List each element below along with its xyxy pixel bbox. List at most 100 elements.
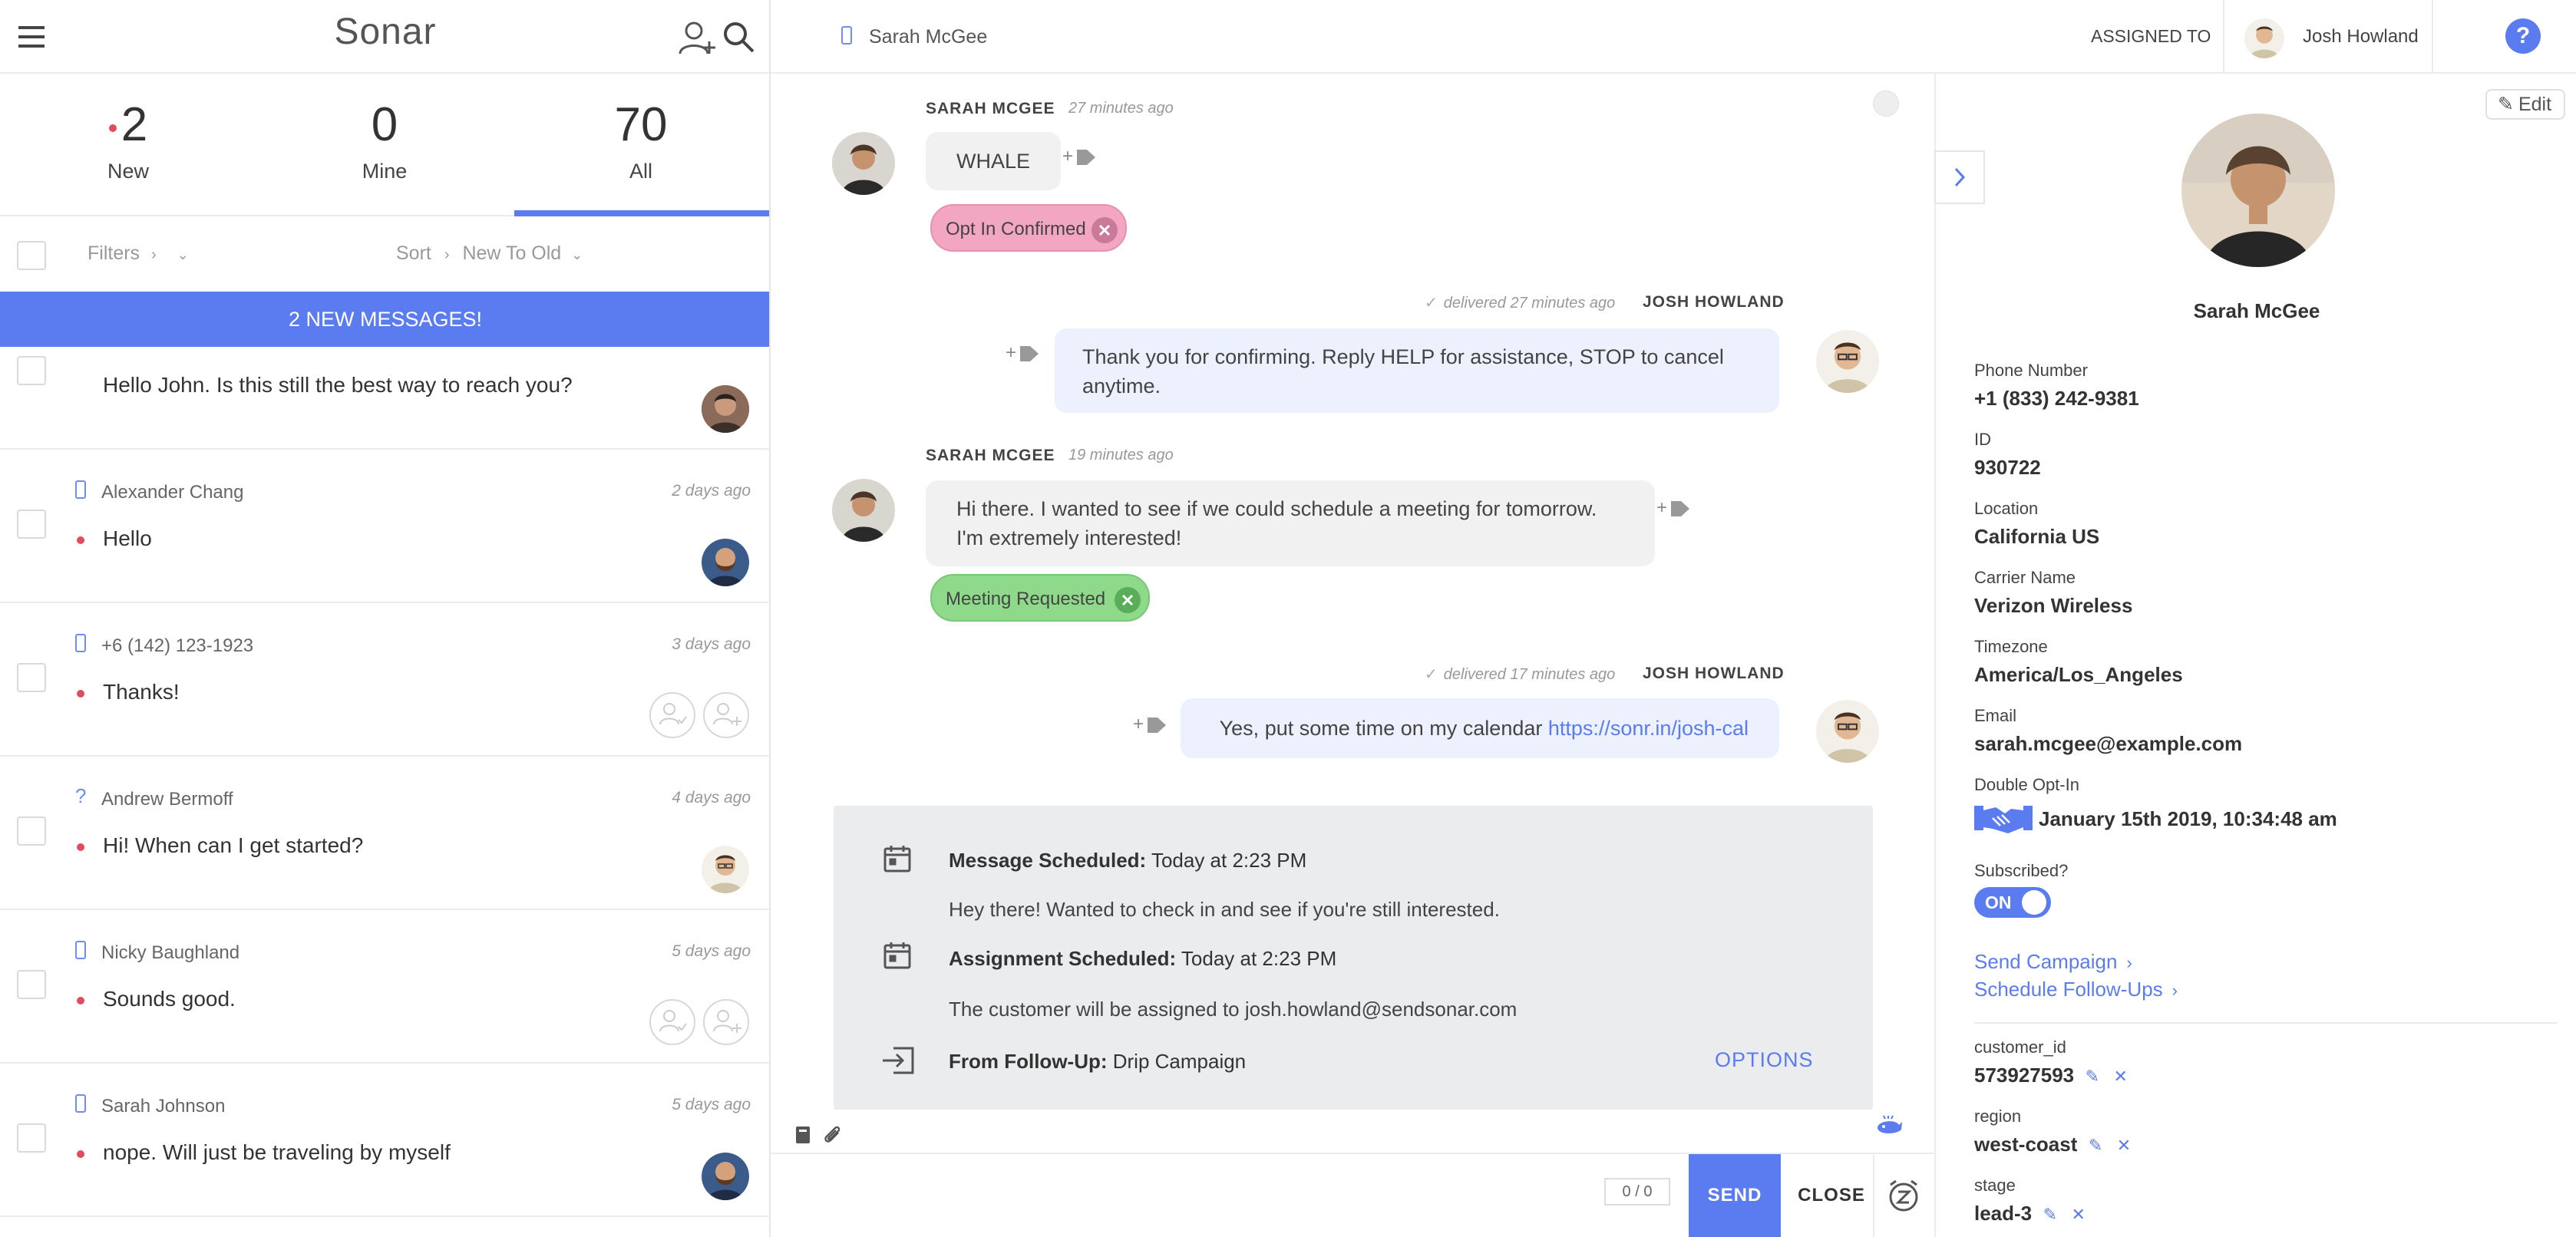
attachment-icon[interactable] xyxy=(823,1123,843,1145)
subscribed-toggle[interactable]: ON xyxy=(1974,887,2051,918)
conversation-item[interactable]: Nicky Baughland 5 days ago Sounds good. xyxy=(0,910,769,1064)
remove-tag-icon[interactable] xyxy=(1091,217,1118,243)
delete-icon[interactable]: ✕ xyxy=(2117,1136,2131,1155)
message-sender: JOSH HOWLAND xyxy=(1643,293,1785,311)
calendar-icon xyxy=(883,941,912,970)
delete-icon[interactable]: ✕ xyxy=(2113,1067,2127,1086)
chevron-down-icon: ⌄ xyxy=(177,247,189,262)
conversation-checkbox[interactable] xyxy=(17,510,46,539)
conversation-preview: Thanks! xyxy=(103,680,180,704)
tag-chip: Meeting Requested xyxy=(930,574,1150,622)
add-tag-icon[interactable]: + xyxy=(1006,342,1039,364)
assignee-dropdown[interactable]: Josh Howland xyxy=(2303,26,2419,48)
whale-icon[interactable] xyxy=(1876,1114,1904,1137)
custom-field-key: region xyxy=(1974,1107,2022,1126)
follow-up-icon xyxy=(881,1047,915,1074)
unread-dot xyxy=(77,536,84,544)
pencil-icon[interactable]: ✎ xyxy=(2043,1205,2057,1224)
phone-icon xyxy=(75,634,86,652)
contact-avatar xyxy=(832,479,895,542)
remove-tag-icon[interactable] xyxy=(1115,587,1141,613)
tab-new[interactable]: 2 New xyxy=(0,95,256,183)
tab-mine[interactable]: 0 Mine xyxy=(256,95,513,183)
snooze-icon[interactable] xyxy=(1887,1179,1920,1212)
new-messages-banner[interactable]: 2 NEW MESSAGES! xyxy=(0,292,769,347)
location-value: California US xyxy=(1974,525,2100,548)
conversation-item[interactable]: Sarah Johnson 5 days ago nope. Will just… xyxy=(0,1064,769,1217)
message-time: 19 minutes ago xyxy=(1068,447,1174,463)
edit-button[interactable]: ✎ Edit xyxy=(2485,89,2565,120)
timezone-label: Timezone xyxy=(1974,637,2048,656)
schedule-follow-ups-link[interactable]: Schedule Follow-Ups › xyxy=(1974,978,2178,1001)
conversation-item[interactable]: +6 (142) 123-1923 3 days ago Thanks! xyxy=(0,603,769,757)
contact-name: Alexander Chang xyxy=(101,482,244,503)
calendar-link[interactable]: https://sonr.in/josh-cal xyxy=(1548,717,1749,740)
add-tag-icon[interactable]: + xyxy=(1656,497,1690,519)
delete-icon[interactable]: ✕ xyxy=(2072,1205,2086,1224)
scheduled-panel: Message Scheduled: Today at 2:23 PM Hey … xyxy=(834,806,1873,1110)
avatar xyxy=(702,539,749,586)
options-link[interactable]: OPTIONS xyxy=(1715,1048,1814,1072)
mine-count: 0 xyxy=(371,98,398,151)
conversation-checkbox[interactable] xyxy=(17,1123,46,1153)
email-value: sarah.mcgee@example.com xyxy=(1974,732,2243,755)
conversation-time: 5 days ago xyxy=(672,942,751,960)
conversation-preview: Hello xyxy=(103,526,152,550)
chat-pane: SARAH MCGEE 27 minutes ago WHALE + Opt I… xyxy=(771,0,1934,1237)
send-button[interactable]: SEND xyxy=(1689,1154,1781,1237)
conversation-item[interactable]: ? Andrew Bermoff 4 days ago Hi! When can… xyxy=(0,757,769,910)
add-contact-icon[interactable] xyxy=(679,20,717,57)
message-input[interactable] xyxy=(786,1166,1584,1228)
pencil-icon[interactable]: ✎ xyxy=(2086,1067,2099,1086)
pencil-icon[interactable]: ✎ xyxy=(2089,1136,2102,1155)
add-tag-icon[interactable]: + xyxy=(1133,714,1167,735)
tab-all[interactable]: 70 All xyxy=(513,95,769,183)
id-value: 930722 xyxy=(1974,456,2041,479)
conversation-checkbox[interactable] xyxy=(17,816,46,846)
collapse-icon[interactable] xyxy=(1873,91,1899,117)
close-button[interactable]: CLOSE xyxy=(1792,1154,1871,1237)
count-tabs: 2 New 0 Mine 70 All xyxy=(0,74,769,216)
filters-dropdown[interactable]: Filters › ⌄ xyxy=(88,242,189,265)
conversation-checkbox[interactable] xyxy=(17,970,46,999)
all-count: 70 xyxy=(614,98,668,151)
tag-label: Opt In Confirmed xyxy=(946,219,1086,239)
add-tag-icon[interactable]: + xyxy=(1062,146,1096,167)
assign-user-icon[interactable] xyxy=(649,692,695,738)
conversation-item[interactable]: Alexander Chang 2 days ago Hello xyxy=(0,450,769,603)
template-icon[interactable] xyxy=(794,1125,812,1145)
conversation-checkbox[interactable] xyxy=(17,356,46,385)
chevron-right-icon: › xyxy=(2126,953,2132,972)
toggle-knob xyxy=(2022,890,2046,915)
add-user-icon[interactable] xyxy=(703,999,749,1045)
select-all-checkbox[interactable] xyxy=(17,241,46,270)
sort-dropdown[interactable]: Sort › New To Old ⌄ xyxy=(396,242,583,265)
add-user-icon[interactable] xyxy=(703,692,749,738)
conversation-time: 3 days ago xyxy=(672,635,751,653)
brand-title: Sonar xyxy=(334,12,437,52)
contact-avatar xyxy=(832,132,895,195)
custom-field-value: west-coast xyxy=(1974,1133,2078,1156)
message-text-line: anytime. xyxy=(1082,374,1161,397)
assigned-to-label: ASSIGNED TO xyxy=(2091,26,2211,46)
help-icon[interactable]: ? xyxy=(2505,18,2541,54)
calendar-icon xyxy=(883,844,912,873)
expand-panel-button[interactable] xyxy=(1934,150,1985,204)
carrier-label: Carrier Name xyxy=(1974,568,2076,587)
message-text-line: Hi there. I wanted to see if we could sc… xyxy=(956,497,1597,520)
send-campaign-link[interactable]: Send Campaign › xyxy=(1974,950,2132,974)
assign-user-icon[interactable] xyxy=(649,999,695,1045)
message-scheduled-body: Hey there! Wanted to check in and see if… xyxy=(949,898,1500,921)
custom-field-value: 573927593 xyxy=(1974,1064,2075,1087)
custom-field-row: west-coast ✎ ✕ xyxy=(1974,1133,2131,1156)
message-scheduled-title: Message Scheduled: Today at 2:23 PM xyxy=(949,849,1307,872)
chevron-right-icon: › xyxy=(444,246,450,263)
conversation-checkbox[interactable] xyxy=(17,663,46,692)
carrier-value: Verizon Wireless xyxy=(1974,594,2133,617)
conversation-preview: Hi! When can I get started? xyxy=(103,833,364,857)
timezone-value: America/Los_Angeles xyxy=(1974,663,2183,686)
toggle-state: ON xyxy=(1985,892,2012,912)
search-icon[interactable] xyxy=(722,20,755,54)
assignment-scheduled-title: Assignment Scheduled: Today at 2:23 PM xyxy=(949,947,1337,970)
message-text-line: Thank you for confirming. Reply HELP for… xyxy=(1082,345,1724,368)
